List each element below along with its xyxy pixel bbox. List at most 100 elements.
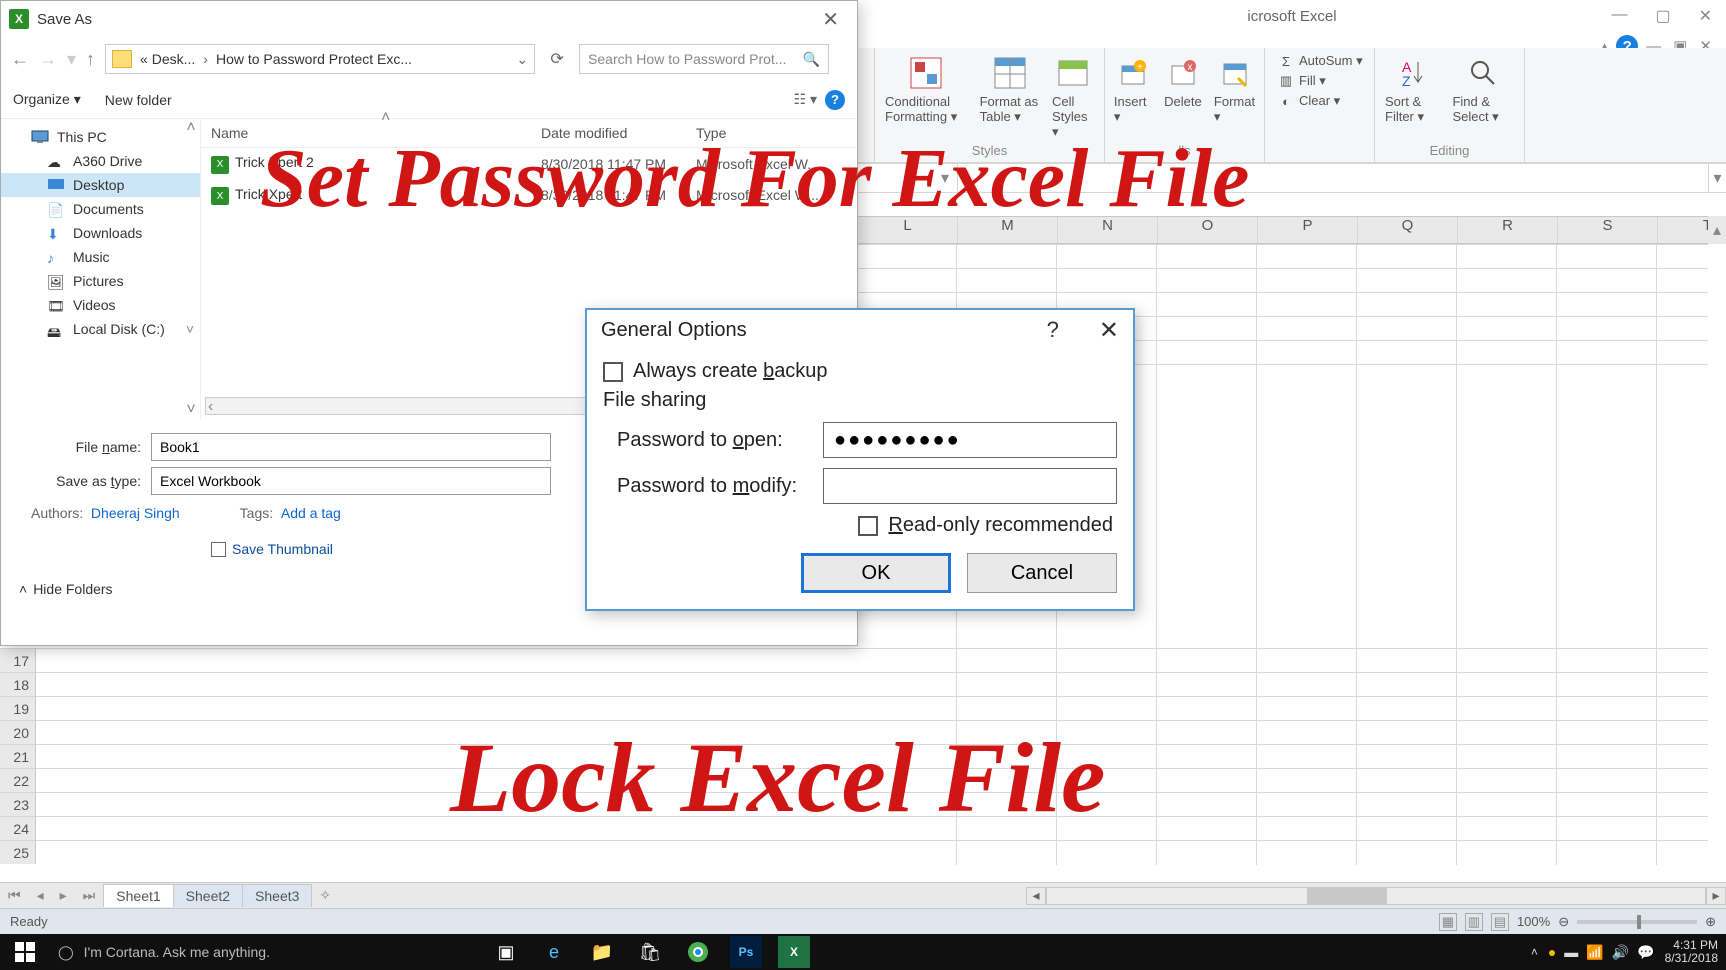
save-type-select[interactable]: Excel Workbook <box>151 467 551 495</box>
store-icon[interactable]: 🛍 <box>634 936 666 968</box>
wifi-icon[interactable]: 📶 <box>1586 944 1603 961</box>
col-type[interactable]: Type <box>696 125 847 141</box>
start-button[interactable] <box>0 942 50 962</box>
sidebar-item-videos[interactable]: 🎞Videos <box>1 293 200 317</box>
password-modify-input[interactable] <box>823 468 1117 504</box>
sidebar-item-pictures[interactable]: 🖼Pictures <box>1 269 200 293</box>
explorer-icon[interactable]: 📁 <box>586 936 618 968</box>
cancel-button[interactable]: Cancel <box>967 553 1117 593</box>
hide-folders-button[interactable]: ˄Hide Folders <box>19 581 113 597</box>
file-name-input[interactable] <box>151 433 551 461</box>
view-normal-icon[interactable]: ▦ <box>1439 913 1457 931</box>
refresh-icon[interactable]: ⟳ <box>545 47 569 71</box>
format-as-table-button[interactable]: Format as Table ▾ <box>978 52 1042 127</box>
row-25[interactable]: 25 <box>0 840 36 864</box>
chrome-icon[interactable] <box>682 936 714 968</box>
nav-recent-icon[interactable]: ▾ <box>67 49 76 70</box>
gopts-close-icon[interactable]: ✕ <box>1099 316 1119 345</box>
password-open-input[interactable] <box>823 422 1117 458</box>
namebox-dropdown[interactable]: ▾ <box>858 164 958 192</box>
sidebar-item-thispc[interactable]: This PC <box>1 125 200 149</box>
col-P[interactable]: P <box>1258 217 1358 243</box>
ok-button[interactable]: OK <box>801 553 951 593</box>
nav-up-icon[interactable]: ↑ <box>86 49 95 70</box>
addr-dropdown-icon[interactable]: ⌄ <box>516 51 528 68</box>
nav-back-icon[interactable]: ← <box>11 49 29 70</box>
cortana-search[interactable]: ◯ I'm Cortana. Ask me anything. <box>50 944 450 961</box>
col-M[interactable]: M <box>958 217 1058 243</box>
photoshop-icon[interactable]: Ps <box>730 936 762 968</box>
zoom-in-icon[interactable]: ⊕ <box>1705 914 1716 930</box>
tags-value[interactable]: Add a tag <box>281 505 341 521</box>
onedrive-icon[interactable]: ● <box>1548 944 1556 961</box>
sidebar-item-localdisk[interactable]: 🖴Local Disk (C:)˅ <box>1 317 200 341</box>
sidebar-item-documents[interactable]: 📄Documents <box>1 197 200 221</box>
col-date[interactable]: Date modified <box>541 125 696 141</box>
hscroll-right-icon[interactable]: ▸ <box>1706 887 1726 905</box>
conditional-formatting-button[interactable]: Conditional Formatting ▾ <box>883 52 970 127</box>
col-name[interactable]: Name <box>211 125 541 141</box>
action-center-icon[interactable]: 💬 <box>1637 944 1654 961</box>
clear-button[interactable]: ◐Clear ▾ <box>1277 92 1363 110</box>
sidebar-item-music[interactable]: ♪Music <box>1 245 200 269</box>
file-row[interactable]: XTrick Xpert 2 8/30/2018 11:47 PM Micros… <box>201 148 857 180</box>
view-break-icon[interactable]: ▤ <box>1491 913 1509 931</box>
file-row[interactable]: XTrick Xpert 8/30/2018 11:47 PM Microsof… <box>201 180 857 212</box>
sort-filter-button[interactable]: AZSort & Filter ▾ <box>1383 52 1442 127</box>
taskview-icon[interactable]: ▣ <box>490 936 522 968</box>
view-options-icon[interactable]: ☷ ▾ <box>794 91 817 108</box>
breadcrumb-1[interactable]: « Desk... <box>140 51 195 67</box>
hscroll-left-icon[interactable]: ◂ <box>1026 887 1046 905</box>
organize-button[interactable]: Organize ▾ <box>13 91 81 108</box>
authors-value[interactable]: Dheeraj Singh <box>91 505 180 521</box>
save-as-close-icon[interactable]: ✕ <box>812 7 849 32</box>
address-bar[interactable]: « Desk... › How to Password Protect Exc.… <box>105 44 535 74</box>
gopts-help-icon[interactable]: ? <box>1047 317 1059 343</box>
minimize-icon[interactable]: — <box>1597 0 1641 32</box>
battery-icon[interactable]: ▬ <box>1564 944 1578 961</box>
tab-sheet3[interactable]: Sheet3 <box>242 884 312 907</box>
tab-nav-last-icon[interactable]: ⏭ <box>75 887 104 904</box>
col-N[interactable]: N <box>1058 217 1158 243</box>
excel-taskbar-icon[interactable]: X <box>778 936 810 968</box>
always-backup-checkbox[interactable] <box>603 362 623 382</box>
tab-nav-prev-icon[interactable]: ◂ <box>29 887 52 904</box>
volume-icon[interactable]: 🔊 <box>1612 944 1629 961</box>
insert-button[interactable]: +Insert ▾ <box>1112 52 1154 127</box>
sidebar-item-desktop[interactable]: Desktop <box>1 173 200 197</box>
sidebar-item-downloads[interactable]: ⬇Downloads <box>1 221 200 245</box>
readonly-checkbox[interactable] <box>858 516 878 536</box>
delete-button[interactable]: xDelete <box>1162 52 1204 111</box>
breadcrumb-2[interactable]: How to Password Protect Exc... <box>216 51 412 67</box>
formula-expand-icon[interactable]: ▾ <box>1708 164 1726 192</box>
chevron-right-icon[interactable]: › <box>203 51 208 67</box>
tab-sheet2[interactable]: Sheet2 <box>173 884 243 907</box>
zoom-slider[interactable] <box>1577 920 1697 924</box>
row-22[interactable]: 22 <box>0 768 36 792</box>
row-19[interactable]: 19 <box>0 696 36 720</box>
row-23[interactable]: 23 <box>0 792 36 816</box>
col-O[interactable]: O <box>1158 217 1258 243</box>
row-18[interactable]: 18 <box>0 672 36 696</box>
maximize-icon[interactable]: ▢ <box>1641 0 1684 32</box>
col-Q[interactable]: Q <box>1358 217 1458 243</box>
save-thumbnail-checkbox[interactable] <box>211 542 226 557</box>
new-folder-button[interactable]: New folder <box>105 92 172 108</box>
find-select-button[interactable]: Find & Select ▾ <box>1450 52 1516 127</box>
view-layout-icon[interactable]: ▥ <box>1465 913 1483 931</box>
tab-nav-first-icon[interactable]: ⏮ <box>0 887 29 904</box>
vscroll-up-icon[interactable]: ▴ <box>1708 216 1726 244</box>
tab-nav-next-icon[interactable]: ▸ <box>52 887 75 904</box>
fill-button[interactable]: ▥Fill ▾ <box>1277 72 1363 90</box>
col-L[interactable]: L <box>858 217 958 243</box>
row-20[interactable]: 20 <box>0 720 36 744</box>
nav-forward-icon[interactable]: → <box>39 49 57 70</box>
close-icon[interactable]: ✕ <box>1685 0 1726 32</box>
new-sheet-icon[interactable]: ✧ <box>311 887 339 904</box>
col-S[interactable]: S <box>1558 217 1658 243</box>
sidebar-item-a360[interactable]: ☁A360 Drive <box>1 149 200 173</box>
format-button[interactable]: Format ▾ <box>1212 52 1257 127</box>
row-24[interactable]: 24 <box>0 816 36 840</box>
autosum-button[interactable]: ΣAutoSum ▾ <box>1277 52 1363 70</box>
zoom-out-icon[interactable]: ⊖ <box>1558 914 1569 930</box>
